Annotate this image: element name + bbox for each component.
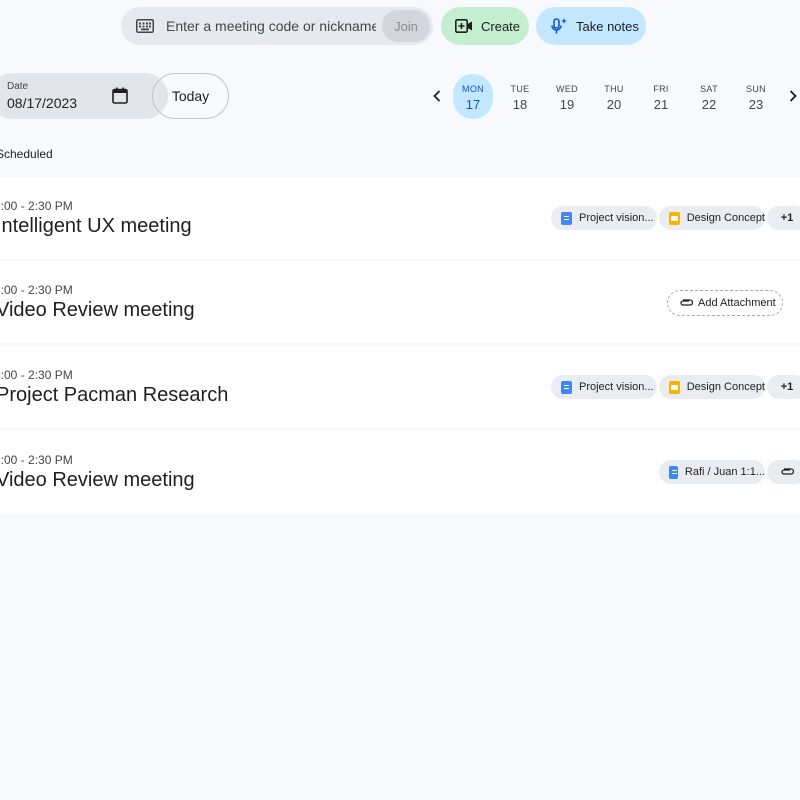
- docs-icon: [561, 211, 572, 225]
- attachment-chip[interactable]: Design Concept: [659, 375, 765, 399]
- attachment-label: Design Concept: [686, 212, 765, 224]
- attachment-label: Design Concept: [686, 381, 765, 393]
- meeting-time: 2:00 - 2:30 PM: [0, 199, 73, 213]
- day-fri[interactable]: FRI 21: [641, 74, 681, 119]
- more-attachments-chip[interactable]: +1: [767, 206, 800, 230]
- day-of-month: 20: [606, 97, 622, 112]
- add-attachment-label: Add Attachment: [698, 297, 776, 309]
- meeting-row[interactable]: 2:00 - 2:30 PM Intelligent UX meeting Pr…: [0, 177, 800, 259]
- join-button[interactable]: Join: [382, 10, 430, 42]
- paperclip-icon: [780, 467, 794, 477]
- date-field[interactable]: Date 08/17/2023: [0, 73, 168, 119]
- attachment-label: Project vision...: [579, 212, 654, 224]
- date-field-label: Date: [7, 81, 29, 92]
- meeting-code-input[interactable]: [166, 7, 376, 45]
- create-button[interactable]: Create: [441, 7, 529, 45]
- take-notes-label: Take notes: [576, 18, 639, 34]
- slides-icon: [669, 211, 680, 225]
- meet-home-screen: Join Create Take notes Date 08/17/2023: [0, 0, 800, 800]
- take-notes-button[interactable]: Take notes: [536, 7, 646, 45]
- meeting-title: Video Review meeting: [0, 469, 195, 491]
- attachment-label: Project vision...: [579, 381, 654, 393]
- add-attachment-button[interactable]: Add Attachment: [667, 290, 783, 316]
- day-of-month: 18: [512, 97, 528, 112]
- slides-icon: [669, 380, 680, 394]
- attachment-chip[interactable]: Project vision...: [551, 375, 657, 399]
- more-count: +1: [780, 381, 794, 393]
- meeting-row[interactable]: 2:00 - 2:30 PM Video Review meeting Rafi…: [0, 431, 800, 513]
- video-add-icon: [455, 17, 473, 35]
- day-of-month: 21: [653, 97, 669, 112]
- docs-icon: [669, 465, 678, 479]
- meeting-time: 2:00 - 2:30 PM: [0, 453, 73, 467]
- day-of-week: SUN: [746, 84, 766, 94]
- day-of-week: FRI: [653, 84, 669, 94]
- day-of-week: MON: [462, 84, 484, 94]
- day-tue[interactable]: TUE 18: [500, 74, 540, 119]
- day-of-month: 19: [559, 97, 575, 112]
- more-attachments-chip[interactable]: +1: [767, 375, 800, 399]
- meeting-title: Project Pacman Research: [0, 384, 229, 406]
- day-of-week: TUE: [510, 84, 530, 94]
- day-wed[interactable]: WED 19: [547, 74, 587, 119]
- docs-icon: [561, 380, 572, 394]
- attachment-chip[interactable]: Rafi / Juan 1:1...: [659, 460, 765, 484]
- day-sat[interactable]: SAT 22: [689, 74, 729, 119]
- create-label: Create: [481, 18, 521, 34]
- chevron-left-icon[interactable]: [430, 88, 444, 104]
- meeting-code-box: Join: [121, 7, 433, 45]
- section-label-scheduled: Scheduled: [0, 147, 53, 161]
- attachment-chip[interactable]: Design Concept: [659, 206, 765, 230]
- day-of-month: 17: [465, 97, 481, 112]
- meeting-time: 2:00 - 2:30 PM: [0, 283, 73, 297]
- date-field-value: 08/17/2023: [7, 95, 78, 111]
- meeting-title: Intelligent UX meeting: [0, 215, 192, 237]
- today-button[interactable]: Today: [152, 73, 229, 119]
- attachment-label: Rafi / Juan 1:1...: [684, 466, 765, 478]
- day-of-week: THU: [604, 84, 624, 94]
- meeting-title: Video Review meeting: [0, 299, 195, 321]
- chevron-right-icon[interactable]: [786, 88, 800, 104]
- day-thu[interactable]: THU 20: [594, 74, 634, 119]
- attachment-chip[interactable]: Project vision...: [551, 206, 657, 230]
- add-attachment-button[interactable]: [767, 460, 800, 484]
- more-count: +1: [780, 212, 794, 224]
- mic-sparkle-icon: [550, 17, 568, 35]
- day-of-month: 22: [701, 97, 717, 112]
- day-of-week: WED: [556, 84, 578, 94]
- day-of-week: SAT: [700, 84, 718, 94]
- calendar-icon[interactable]: [112, 87, 128, 104]
- meeting-row[interactable]: 2:00 - 2:30 PM Project Pacman Research P…: [0, 346, 800, 428]
- meeting-row[interactable]: 2:00 - 2:30 PM Video Review meeting Add …: [0, 261, 800, 343]
- day-mon[interactable]: MON 17: [453, 74, 493, 119]
- keyboard-icon: [136, 19, 154, 33]
- day-sun[interactable]: SUN 23: [736, 74, 776, 119]
- day-of-month: 23: [748, 97, 764, 112]
- paperclip-icon: [679, 298, 693, 308]
- meeting-time: 2:00 - 2:30 PM: [0, 368, 73, 382]
